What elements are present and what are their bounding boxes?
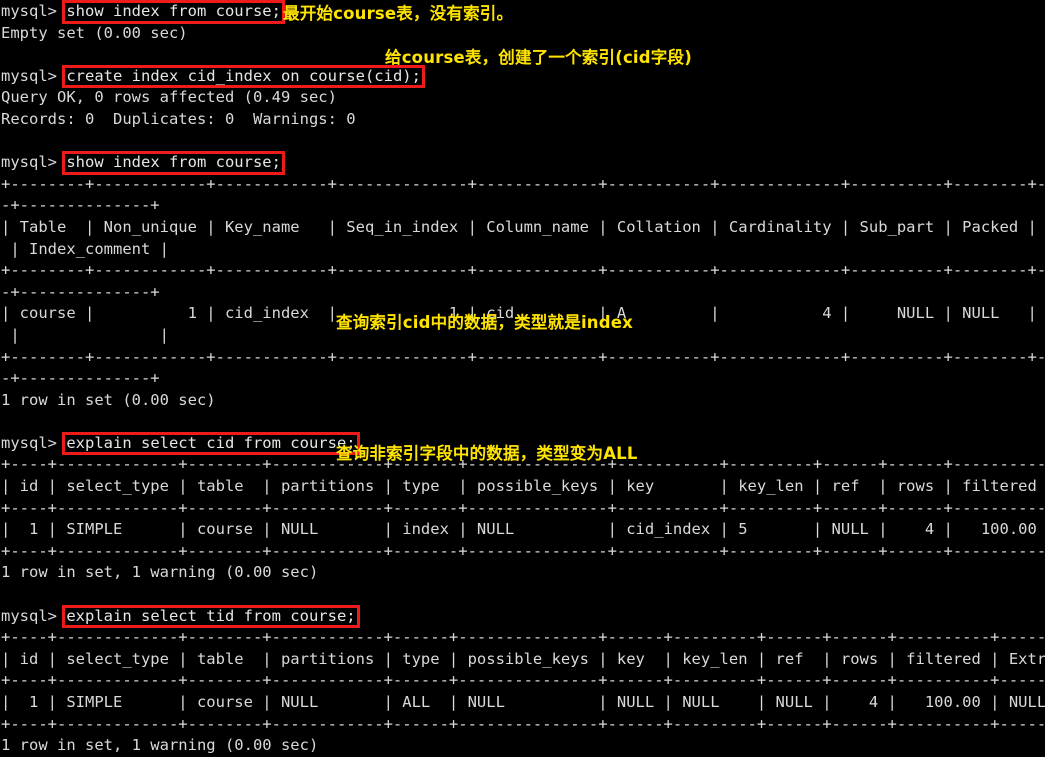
- table-header-row: | id | select_type | table | partitions …: [1, 477, 1037, 496]
- table-row: | 1 | SIMPLE | course | NULL | index | N…: [1, 520, 1037, 539]
- command-highlight-explain-tid[interactable]: explain select tid from course;: [62, 604, 360, 629]
- table-header-row: | Table | Non_unique | Key_name | Seq_in…: [1, 217, 1037, 236]
- command-text: show index from course;: [66, 153, 281, 172]
- table-separator-wrap: -+--------------+: [1, 369, 160, 388]
- command-text: show index from course;: [66, 2, 281, 20]
- annotation-type-all: 查询非索引字段中的数据，类型变为ALL: [336, 444, 638, 463]
- table-header-row: | id | select_type | table | partitions …: [1, 649, 1045, 668]
- prompt-label: mysql>: [1, 66, 67, 85]
- table-separator: +----+-------------+--------+-----------…: [1, 714, 1045, 733]
- result-footer: 1 row in set, 1 warning (0.00 sec): [1, 736, 319, 755]
- result-records-line: Records: 0 Duplicates: 0 Warnings: 0: [1, 109, 356, 128]
- table-header-row-wrap: | Index_comment |: [1, 239, 169, 258]
- table-separator-wrap: -+--------------+: [1, 282, 160, 301]
- table-separator: +--------+------------+------------+----…: [1, 261, 1045, 280]
- result-footer: 1 row in set (0.00 sec): [1, 390, 216, 409]
- prompt-label: mysql>: [1, 153, 67, 172]
- table-separator: +--------+------------+------------+----…: [1, 347, 1045, 366]
- mysql-terminal[interactable]: mysql> show index from course; Empty set…: [0, 0, 1045, 754]
- command-text: explain select tid from course;: [66, 606, 356, 625]
- prompt-line-explain-tid: mysql> explain select tid from course;: [1, 604, 1045, 629]
- table-separator-wrap: -+--------------+: [1, 196, 160, 215]
- table-separator: +----+-------------+--------+-----------…: [1, 671, 1045, 690]
- table-separator: +----+-------------+--------+-----------…: [1, 498, 1045, 517]
- command-text: create index cid_index on course(cid);: [66, 66, 421, 85]
- table-separator: +----+-------------+--------+-----------…: [1, 628, 1045, 647]
- annotation-index-created: 给course表，创建了一个索引(cid字段): [385, 48, 692, 67]
- annotation-no-index: 最开始course表，没有索引。: [283, 4, 514, 23]
- table-separator: +----+-------------+--------+-----------…: [1, 541, 1045, 560]
- command-highlight-create-index[interactable]: create index cid_index on course(cid);: [62, 64, 425, 89]
- prompt-label: mysql>: [1, 606, 67, 625]
- table-separator: +--------+------------+------------+----…: [1, 174, 1045, 193]
- table-row: | 1 | SIMPLE | course | NULL | ALL | NUL…: [1, 693, 1045, 711]
- prompt-line-create-index: mysql> create index cid_index on course(…: [1, 64, 1045, 89]
- command-highlight-show-index-empty[interactable]: show index from course;: [62, 0, 285, 24]
- prompt-line-show-index-empty: mysql> show index from course;: [1, 0, 1045, 24]
- command-text: explain select cid from course;: [66, 433, 356, 452]
- result-empty-set: Empty set (0.00 sec): [1, 23, 188, 42]
- prompt-line-show-index-result: mysql> show index from course;: [1, 151, 1045, 175]
- prompt-label: mysql>: [1, 2, 67, 20]
- command-highlight-explain-cid[interactable]: explain select cid from course;: [62, 431, 360, 456]
- annotation-type-index: 查询索引cid中的数据，类型就是index: [336, 313, 633, 332]
- prompt-label: mysql>: [1, 433, 67, 452]
- command-highlight-show-index-result[interactable]: show index from course;: [62, 151, 285, 175]
- result-query-ok: Query OK, 0 rows affected (0.49 sec): [1, 88, 337, 107]
